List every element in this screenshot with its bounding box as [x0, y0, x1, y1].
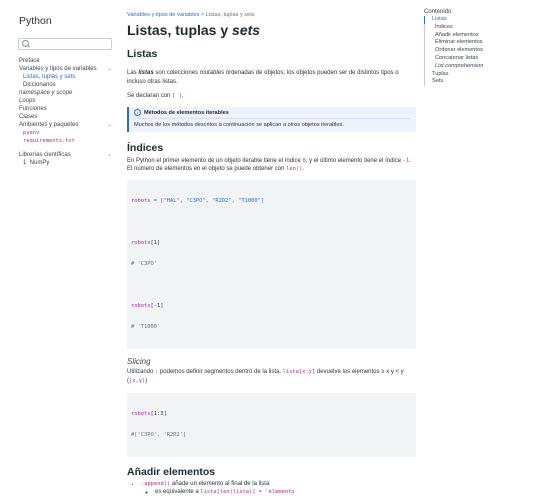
breadcrumb-separator: >	[200, 12, 205, 18]
chevron-down-icon[interactable]: ⌄	[107, 121, 112, 129]
paragraph-listas-intro: Las listas son colecciones mutables orde…	[127, 70, 399, 85]
sidebar-item-clases[interactable]: Clases	[19, 113, 114, 121]
toc-item-listas[interactable]: Listas	[424, 16, 534, 24]
toc-item-eliminar[interactable]: Eliminar elementos	[424, 39, 534, 48]
callout-body: Muchos de los métodos descritos a contin…	[134, 117, 411, 129]
sidebar-item-funciones[interactable]: Funciones	[19, 105, 114, 113]
paragraph-indices: En Python el primer elemento de un objet…	[127, 157, 411, 173]
toc-title: Contenido	[424, 9, 452, 15]
sidebar-item-loops[interactable]: Loops	[19, 97, 114, 105]
sidebar: Python Preface Variables y tipos de vari…	[0, 0, 118, 405]
sidebar-item-requirements[interactable]: requirements.txt	[19, 137, 114, 145]
callout-title: i Métodos de elementos iterables	[134, 108, 411, 117]
heading-anadir: Añadir elementos	[127, 466, 216, 479]
page-title: Listas, tuplas y sets	[127, 22, 261, 38]
main-content: Variables y tipos de variables > Listas,…	[127, 12, 416, 496]
table-of-contents: Contenido Listas Índices Añadir elemento…	[424, 8, 534, 87]
sidebar-item-listas[interactable]: Listas, tuplas y sets	[19, 73, 114, 81]
sidebar-item-diccionarios[interactable]: Diccionarios	[19, 81, 114, 89]
chevron-down-icon[interactable]: ⌄	[107, 151, 112, 159]
search-icon	[22, 40, 29, 47]
toc-item-indices[interactable]: Índices	[424, 23, 534, 32]
sidebar-item-variables[interactable]: Variables y tipos de variables ⌄	[19, 65, 114, 73]
info-icon: i	[134, 108, 141, 116]
code-block-slicing[interactable]: robots[1:3] #['C3PO', 'R2D2']	[127, 393, 416, 458]
code-block-indices[interactable]: robots = ["HAL", "C3PO", "R2D2", "T1000"…	[127, 179, 416, 349]
list-anadir: .append() añade un elemento al final de …	[127, 480, 416, 496]
chevron-down-icon[interactable]: ⌄	[107, 65, 112, 73]
toc-item-concatenar[interactable]: Concatenar listas	[424, 54, 534, 63]
toc-item-list-comprehension[interactable]: List comprehension	[424, 62, 534, 71]
heading-listas: Listas	[127, 48, 158, 60]
heading-slicing: Slicing	[127, 356, 151, 366]
heading-indices: Índices	[127, 141, 164, 154]
paragraph-slicing: Utilizando : podemos definir segmentos d…	[127, 368, 404, 384]
site-title[interactable]: Python	[19, 15, 52, 27]
sidebar-item-librerias[interactable]: Librerías científicas ⌄	[19, 151, 114, 159]
sidebar-item-preface[interactable]: Preface	[19, 57, 114, 65]
breadcrumb-parent[interactable]: Variables y tipos de variables	[127, 12, 199, 18]
breadcrumb: Variables y tipos de variables > Listas,…	[127, 12, 416, 18]
toc-item-anadir[interactable]: Añadir elementos	[424, 31, 534, 40]
sidebar-item-pyenv[interactable]: pyenv	[19, 129, 114, 137]
sidebar-item-namespace[interactable]: namespace y scope	[19, 89, 114, 97]
sidebar-item-ambientes[interactable]: Ambientes y paquetes ⌄	[19, 121, 114, 129]
toc-item-ordenar[interactable]: Ordenar elementos	[424, 47, 534, 55]
list-item: .append() añade un elemento al final de …	[141, 480, 416, 496]
toc-item-tuplas[interactable]: Tuplas	[424, 70, 534, 79]
sidebar-nav: Preface Variables y tipos de variables ⌄ …	[19, 57, 114, 167]
toc-item-sets[interactable]: Sets	[424, 78, 534, 87]
sidebar-item-numpy[interactable]: 1 NumPy	[19, 159, 114, 167]
callout-note: i Métodos de elementos iterables Muchos d…	[127, 106, 416, 132]
breadcrumb-current: Listas, tuplas y sets	[205, 12, 255, 18]
paragraph-declaracion: Se declaran con [ ].	[127, 93, 184, 100]
list-item: es equivalente a lista[len(lista)] = 'el…	[155, 488, 416, 496]
search-input[interactable]	[18, 38, 112, 50]
